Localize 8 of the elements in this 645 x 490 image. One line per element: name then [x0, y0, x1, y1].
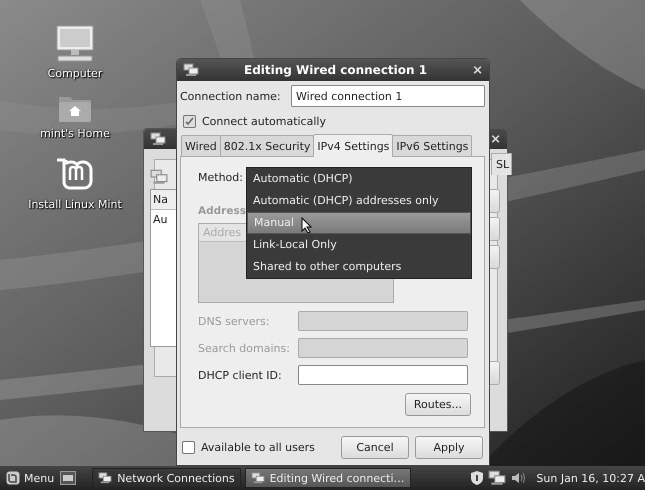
- field-label: Search domains:: [198, 342, 291, 354]
- field-label: Method:: [198, 171, 243, 184]
- field-label: DNS servers:: [198, 314, 270, 328]
- checkbox-label: Available to all users: [201, 441, 315, 454]
- checkbox-label: Connect automatically: [202, 115, 326, 128]
- window-title: Editing Wired connection 1: [243, 63, 428, 77]
- field-label: Connection name:: [180, 90, 281, 102]
- field-label: DHCP client ID:: [198, 368, 283, 382]
